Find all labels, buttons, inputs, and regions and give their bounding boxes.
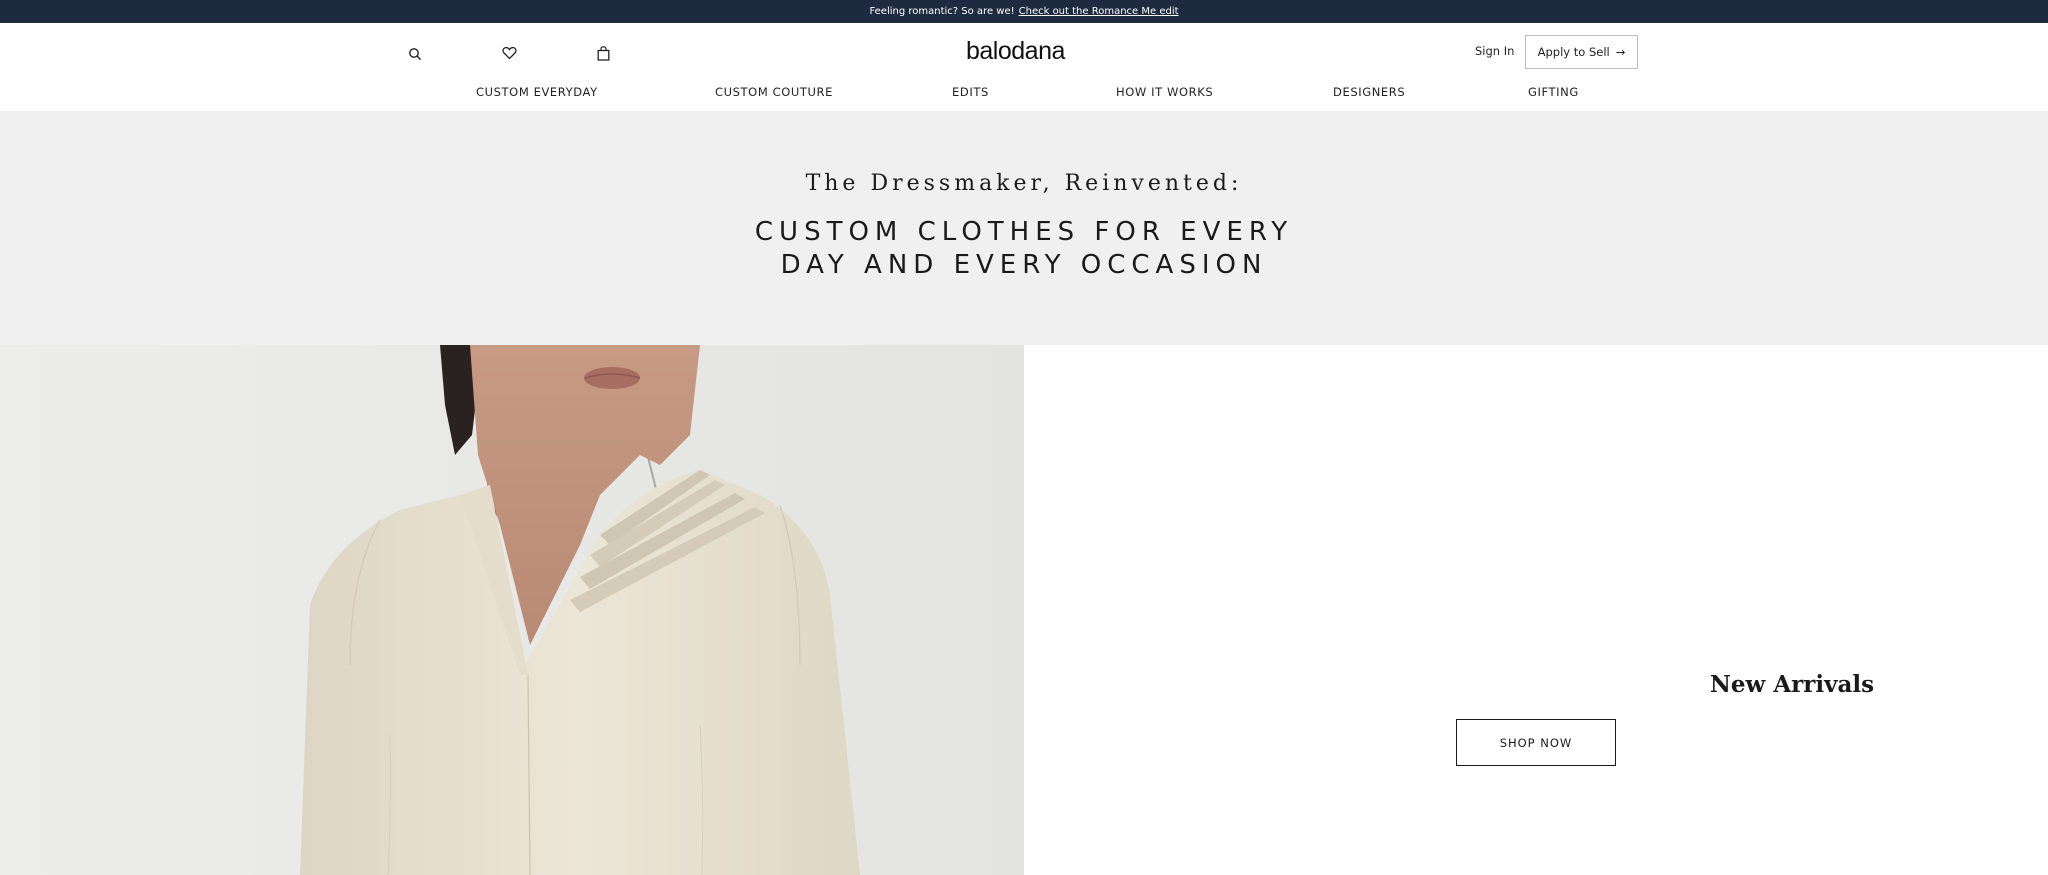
shop-now-label: SHOP NOW [1499, 735, 1573, 750]
shop-now-button[interactable]: SHOP NOW [1456, 719, 1616, 766]
main-nav: CUSTOM EVERYDAY CUSTOM COUTURE EDITS HOW… [0, 85, 2048, 105]
hero-band: The Dressmaker, Reinvented: CUSTOM CLOTH… [0, 111, 2048, 345]
announcement-bar: Feeling romantic? So are we! Check out t… [0, 0, 2048, 23]
search-icon[interactable] [404, 43, 426, 65]
bag-icon[interactable] [592, 42, 614, 64]
hero-headline: CUSTOM CLOTHES FOR EVERY DAY AND EVERY O… [0, 216, 2048, 282]
site-logo[interactable]: balodana [966, 37, 1065, 66]
hero-headline-line-1: CUSTOM CLOTHES FOR EVERY [754, 217, 1294, 247]
nav-item-gifting[interactable]: GIFTING [1528, 85, 1579, 99]
nav-item-edits[interactable]: EDITS [952, 85, 989, 99]
promo-title: New Arrivals [1024, 671, 2048, 698]
hero-product-photo[interactable] [0, 345, 1024, 875]
nav-item-custom-everyday[interactable]: CUSTOM EVERYDAY [476, 85, 598, 99]
model-illustration [0, 345, 1024, 875]
nav-item-how-it-works[interactable]: HOW IT WORKS [1116, 85, 1213, 99]
announcement-link[interactable]: Check out the Romance Me edit [1019, 6, 1179, 17]
new-arrivals-panel: New Arrivals SHOP NOW [1024, 345, 2048, 875]
hero-tagline: The Dressmaker, Reinvented: [805, 171, 1243, 196]
apply-to-sell-button[interactable]: Apply to Sell → [1525, 35, 1638, 69]
hero-headline-line-2: DAY AND EVERY OCCASION [780, 250, 1268, 280]
arrow-right-icon: → [1615, 45, 1626, 59]
apply-to-sell-label: Apply to Sell [1537, 45, 1610, 59]
nav-item-designers[interactable]: DESIGNERS [1333, 85, 1405, 99]
sign-in-link[interactable]: Sign In [1475, 44, 1514, 58]
announcement-text: Feeling romantic? So are we! [869, 6, 1015, 17]
nav-item-custom-couture[interactable]: CUSTOM COUTURE [715, 85, 833, 99]
heart-icon[interactable] [498, 42, 520, 64]
promo-title-text: New Arrivals [1709, 671, 1875, 698]
site-header: balodana Sign In Apply to Sell → CUSTOM … [0, 23, 2048, 111]
